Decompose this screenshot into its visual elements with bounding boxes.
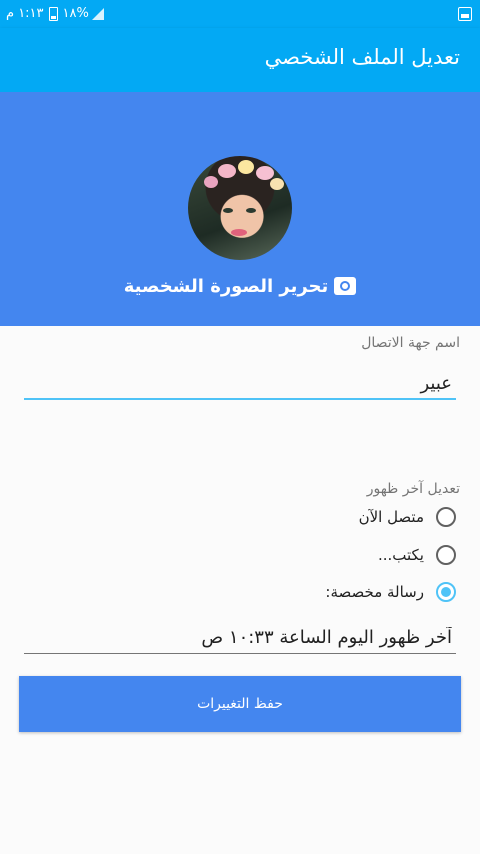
clock: ١:١٣ م	[6, 6, 44, 21]
page-title: تعديل الملف الشخصي	[264, 45, 460, 69]
radio-online[interactable]: متصل الآن	[359, 507, 456, 527]
radio-button-selected[interactable]	[436, 582, 456, 602]
radio-typing[interactable]: يكتب...	[378, 545, 456, 565]
radio-online-label: متصل الآن	[358, 508, 424, 526]
last-seen-label: تعديل آخر ظهور	[366, 481, 460, 497]
radio-custom-message[interactable]: رسالة مخصصة:	[325, 582, 456, 602]
save-button[interactable]: حفظ التغييرات	[19, 676, 461, 732]
contact-name-label: اسم جهة الاتصال	[361, 335, 460, 351]
radio-custom-label: رسالة مخصصة:	[325, 583, 424, 601]
status-bar: ١:١٣ م ١٨%	[0, 0, 480, 28]
avatar[interactable]	[188, 156, 292, 260]
image-notification-icon	[458, 7, 472, 21]
battery-level: ١٨%	[62, 6, 89, 21]
edit-photo-label: تحرير الصورة الشخصية	[123, 276, 329, 297]
camera-icon	[334, 277, 357, 295]
battery-icon	[48, 6, 58, 21]
edit-photo-button[interactable]: تحرير الصورة الشخصية	[0, 276, 480, 297]
radio-button[interactable]	[436, 545, 456, 565]
radio-button[interactable]	[436, 507, 456, 527]
custom-message-input[interactable]	[24, 622, 456, 654]
radio-typing-label: يكتب...	[377, 546, 424, 564]
app-bar: تعديل الملف الشخصي	[0, 28, 480, 92]
status-indicators: ١:١٣ م ١٨%	[6, 6, 104, 21]
profile-header: تحرير الصورة الشخصية	[0, 92, 480, 326]
signal-icon	[91, 7, 104, 20]
contact-name-input[interactable]	[24, 368, 456, 400]
